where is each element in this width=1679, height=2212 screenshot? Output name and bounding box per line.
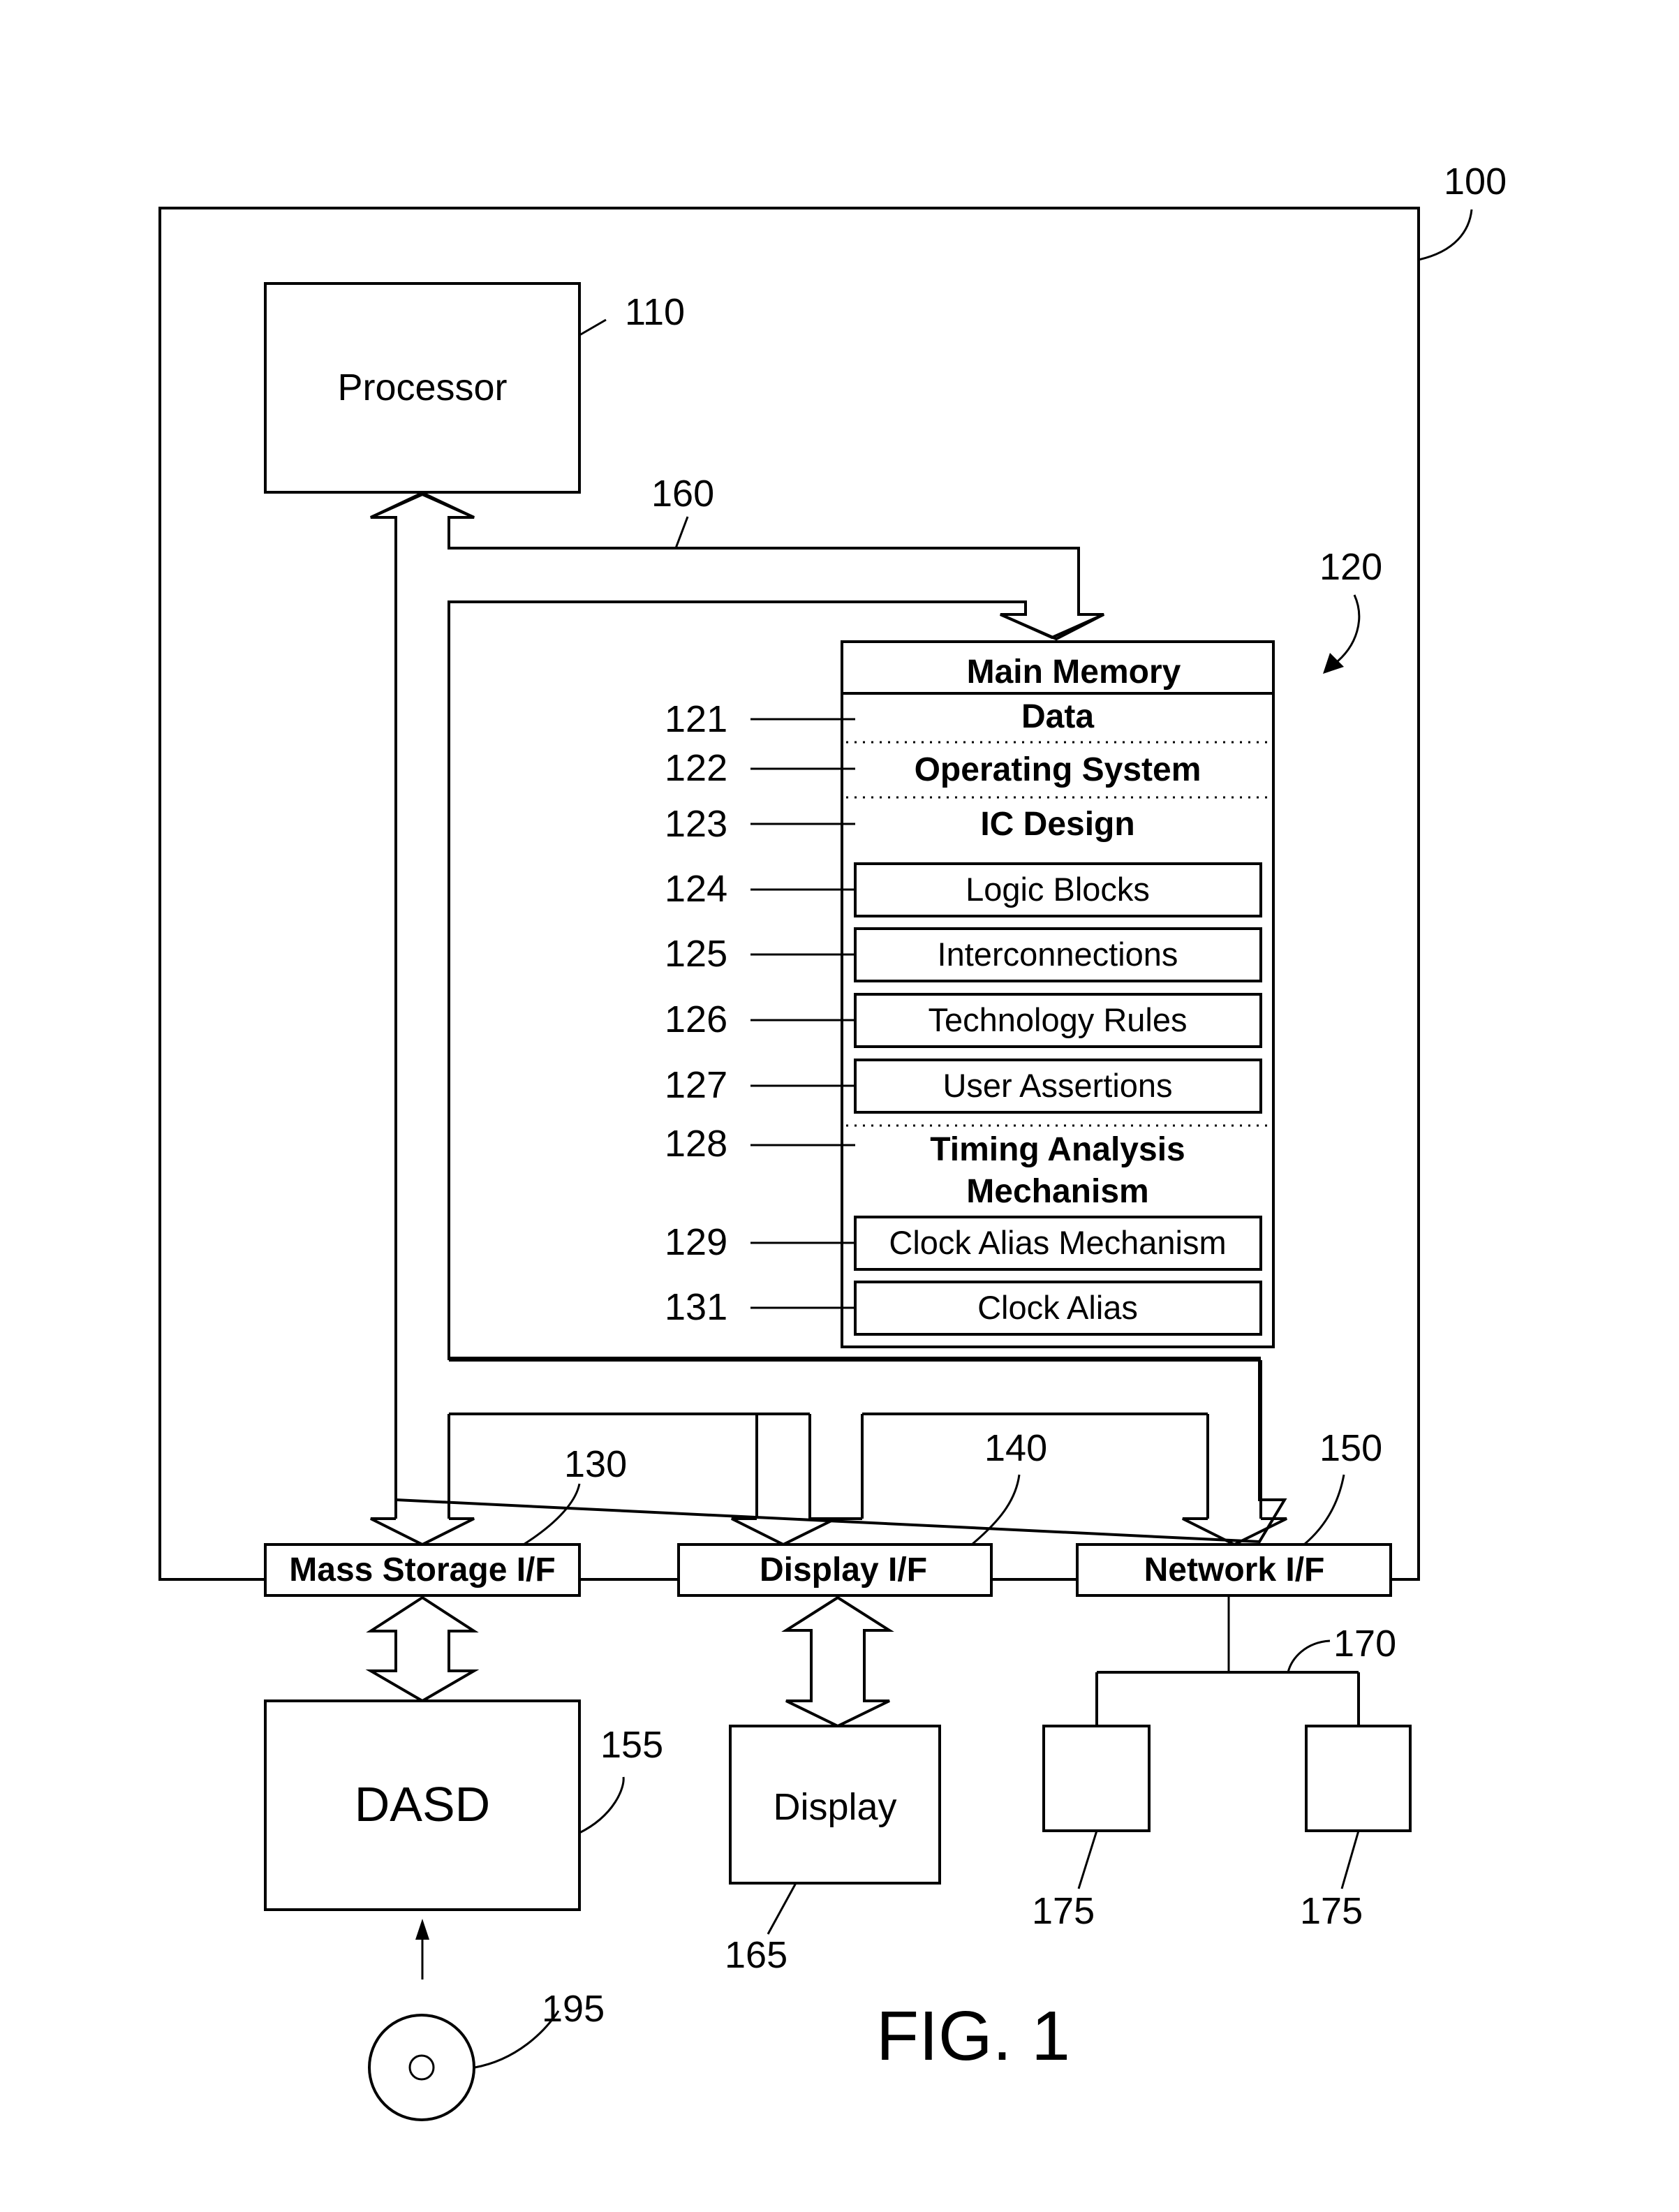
item-clock-alias-mechanism-label: Clock Alias Mechanism (889, 1224, 1226, 1261)
ref-155: 155 (600, 1724, 663, 1766)
ref-110: 110 (625, 291, 685, 333)
item-clock-alias-label: Clock Alias (977, 1289, 1138, 1326)
ref-195: 195 (542, 1988, 605, 2030)
disc-hole-icon (408, 2054, 435, 2081)
ref-160: 160 (651, 473, 714, 515)
ref-124: 124 (665, 868, 727, 910)
display-if-label: Display I/F (760, 1551, 927, 1588)
main-memory-title: Main Memory (967, 654, 1181, 691)
item-logic-blocks-label: Logic Blocks (966, 871, 1150, 908)
ref-121: 121 (665, 698, 727, 740)
ref-127: 127 (665, 1064, 727, 1106)
ref-100: 100 (1444, 161, 1507, 202)
leader-170 (1287, 1639, 1331, 1673)
section-timing-analysis-line2: Mechanism (966, 1173, 1148, 1210)
section-timing-analysis-line1: Timing Analysis (930, 1131, 1185, 1168)
ref-120: 120 (1319, 546, 1382, 588)
dasd-bus-arrow (365, 1595, 480, 1703)
network-170 (1095, 1595, 1360, 1726)
leader-100 (1418, 209, 1473, 261)
item-user-assertions-label: User Assertions (942, 1067, 1172, 1104)
leader-165 (767, 1882, 797, 1935)
dasd-label: DASD (355, 1777, 490, 1831)
ref-129: 129 (665, 1221, 727, 1263)
fig1-diagram: 100 Processor 110 160 Main Memory Data O… (158, 161, 1507, 2121)
figure-caption: FIG. 1 (876, 1997, 1070, 2075)
item-technology-rules-label: Technology Rules (929, 1001, 1188, 1038)
leader-175-b (1340, 1830, 1360, 1889)
section-operating-system: Operating System (915, 751, 1201, 788)
mass-storage-if-label: Mass Storage I/F (289, 1551, 555, 1588)
ref-150: 150 (1319, 1427, 1382, 1469)
ref-140: 140 (984, 1427, 1047, 1469)
display-label: Display (773, 1786, 896, 1828)
network-node-2 (1305, 1725, 1412, 1832)
processor-label: Processor (337, 367, 507, 408)
ref-170: 170 (1333, 1623, 1396, 1665)
ref-130: 130 (564, 1443, 627, 1485)
ref-125: 125 (665, 933, 727, 975)
leader-155 (579, 1776, 625, 1834)
main-memory: Main Memory Data Operating System IC Des… (841, 640, 1275, 1348)
item-interconnections-label: Interconnections (938, 936, 1178, 973)
ref-122: 122 (665, 747, 727, 789)
ref-165: 165 (725, 1934, 787, 1976)
network-node-1 (1042, 1725, 1151, 1832)
ref-175-a: 175 (1032, 1890, 1095, 1932)
ref-131: 131 (665, 1286, 727, 1328)
network-if-label: Network I/F (1144, 1551, 1325, 1588)
display-bus-arrow (781, 1595, 894, 1728)
ref-128: 128 (665, 1123, 727, 1165)
leader-175-a (1077, 1830, 1098, 1889)
section-data: Data (1021, 698, 1094, 735)
ref-126: 126 (665, 998, 727, 1040)
disc-icon (368, 2014, 475, 2121)
section-ic-design: IC Design (980, 806, 1134, 843)
ref-123: 123 (665, 803, 727, 845)
media-arrowhead (415, 1919, 429, 1940)
ref-175-b: 175 (1300, 1890, 1363, 1932)
